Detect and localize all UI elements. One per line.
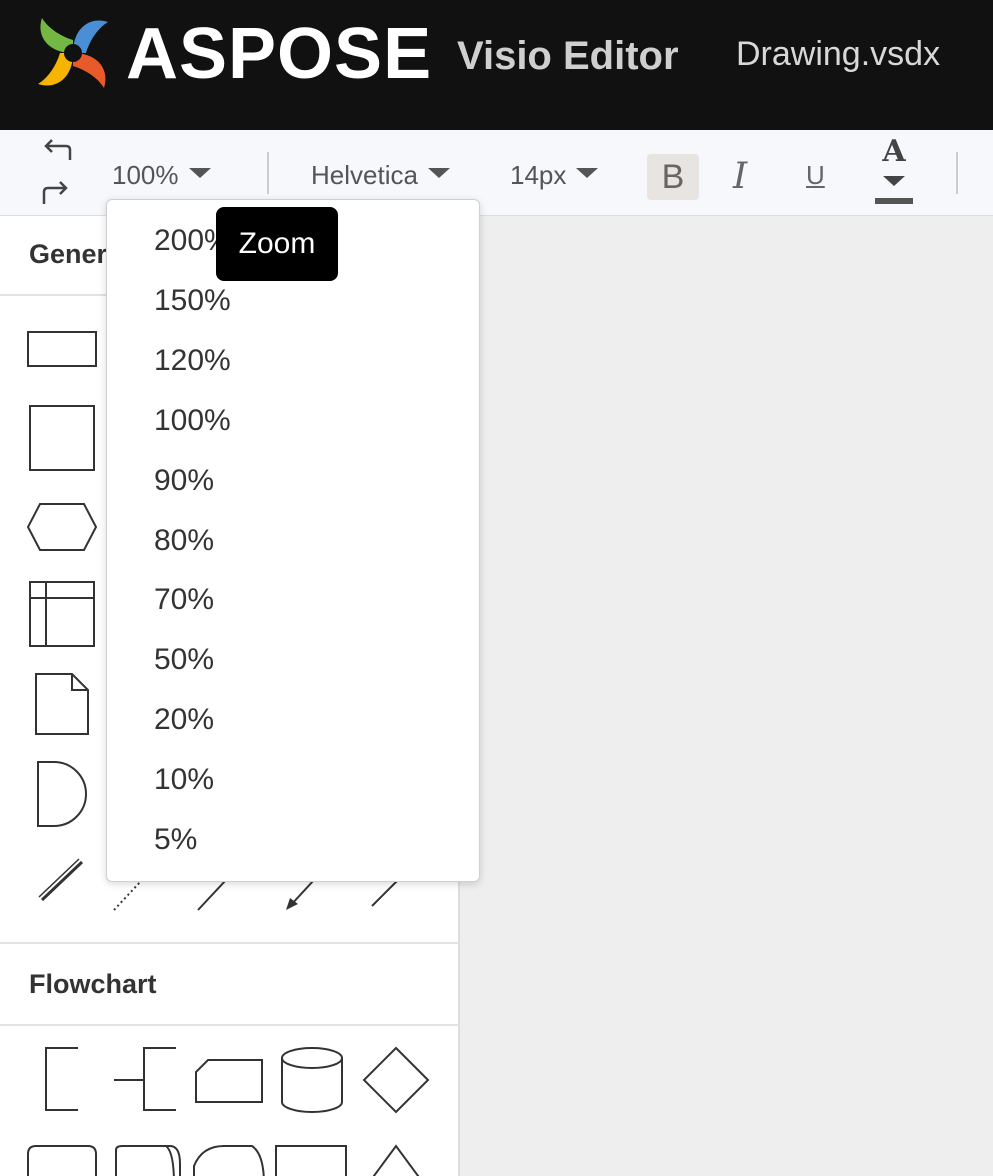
font-color-button[interactable]: A [874,134,914,216]
zoom-option[interactable]: 100% [154,401,454,441]
database-shape-icon[interactable] [278,1046,346,1114]
rectangle-shape-icon[interactable] [26,330,98,370]
font-size-dropdown[interactable]: 14px [510,158,599,192]
section-divider [0,942,460,944]
font-color-icon: A [882,134,906,169]
zoom-dropdown[interactable]: 100% [112,158,211,192]
zoom-option[interactable]: 80% [154,521,454,561]
aspose-swirl-logo-icon [38,18,108,88]
undo-icon[interactable] [38,136,74,168]
toolbar-divider [267,152,269,194]
zoom-tooltip: Zoom [216,207,338,281]
zoom-option[interactable]: 20% [154,700,454,740]
zoom-option[interactable]: 150% [154,281,454,321]
brand-name: ASPOSE [126,14,433,94]
card-shape-icon[interactable] [274,1144,348,1176]
zoom-option[interactable]: 70% [154,580,454,620]
internal-storage-shape-icon[interactable] [28,580,98,650]
font-family-dropdown[interactable]: Helvetica [311,158,450,192]
direct-data-shape-icon[interactable] [108,1144,182,1176]
hexagon-shape-icon[interactable] [26,502,98,552]
square-shape-icon[interactable] [28,404,98,474]
zoom-option[interactable]: 120% [154,341,454,381]
app-header: ASPOSE Visio Editor Drawing.vsdx [0,0,993,130]
chevron-down-icon [188,168,211,179]
chevron-down-icon [576,168,599,179]
toolbar-divider [956,152,958,194]
italic-button[interactable]: I [733,154,761,200]
chevron-down-icon [427,168,450,179]
redo-icon[interactable] [38,174,74,206]
zoom-option[interactable]: 5% [154,820,454,860]
decision-shape-icon[interactable] [362,1046,430,1114]
document-shape-icon[interactable] [34,672,92,738]
underline-button[interactable]: U [806,158,834,198]
line-shape-icon[interactable] [38,858,86,904]
zoom-menu: 200% 150% 120% 100% 90% 80% 70% 50% 20% … [106,199,480,882]
product-name: Visio Editor [457,34,679,78]
annotation-connector-shape-icon[interactable] [112,1046,180,1114]
font-size-value: 14px [510,160,567,190]
display-shape-icon[interactable] [190,1144,266,1176]
zoom-option[interactable]: 90% [154,461,454,501]
delay-shape-icon[interactable] [34,758,92,830]
terminator-shape-icon[interactable] [26,1144,98,1176]
zoom-value: 100% [112,160,179,190]
zoom-option[interactable]: 10% [154,760,454,800]
chevron-down-icon [883,176,905,186]
extract-shape-icon[interactable] [366,1144,426,1176]
font-color-swatch [875,198,913,204]
section-title-general[interactable]: Gener [29,236,107,272]
font-family-value: Helvetica [311,160,418,190]
manual-input-shape-icon[interactable] [192,1056,266,1106]
zoom-option[interactable]: 50% [154,640,454,680]
bold-button[interactable]: B [647,154,699,200]
annotation-shape-icon[interactable] [42,1046,82,1114]
section-divider [0,1024,460,1026]
file-name[interactable]: Drawing.vsdx [736,32,940,76]
section-title-flowchart[interactable]: Flowchart [29,966,157,1002]
